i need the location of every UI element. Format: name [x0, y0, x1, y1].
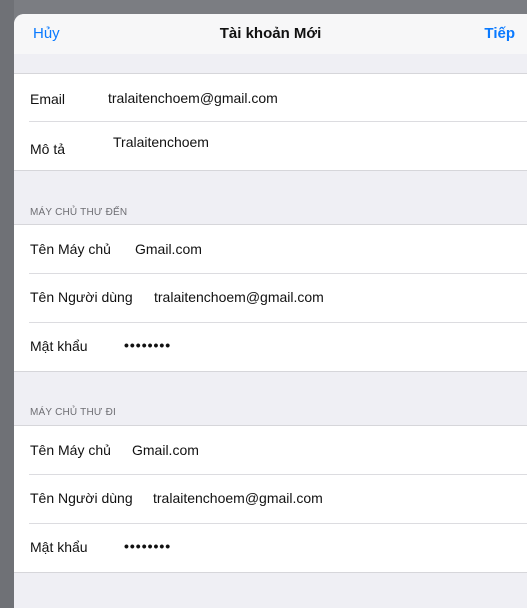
sheet-title: Tài khoản Mới	[219, 25, 322, 42]
incoming-password-field[interactable]: ••••••••	[124, 337, 171, 353]
next-button[interactable]: Tiếp	[484, 25, 515, 42]
outgoing-username-field[interactable]: tralaitenchoem@gmail.com	[153, 490, 323, 506]
account-group: Email tralaitenchoem@gmail.com Mô tả Tra…	[14, 73, 527, 171]
outgoing-host-row[interactable]: Tên Máy chủ Gmail.com	[14, 426, 527, 475]
outgoing-host-label: Tên Máy chủ	[30, 442, 111, 458]
outgoing-username-row[interactable]: Tên Người dùng tralaitenchoem@gmail.com	[14, 475, 527, 524]
incoming-username-field[interactable]: tralaitenchoem@gmail.com	[154, 289, 324, 305]
email-label: Email	[30, 91, 66, 107]
outgoing-server-group: Tên Máy chủ Gmail.com Tên Người dùng tra…	[14, 425, 527, 573]
description-label: Mô tả	[30, 141, 66, 157]
outgoing-username-label: Tên Người dùng	[30, 490, 133, 506]
incoming-password-row[interactable]: Mật khẩu ••••••••	[14, 323, 527, 371]
incoming-host-field[interactable]: Gmail.com	[135, 241, 202, 257]
outgoing-password-field[interactable]: ••••••••	[124, 538, 171, 554]
outgoing-section-header: MÁY CHỦ THƯ ĐI	[30, 407, 116, 418]
incoming-username-row[interactable]: Tên Người dùng tralaitenchoem@gmail.com	[14, 274, 527, 323]
email-row[interactable]: Email tralaitenchoem@gmail.com	[14, 74, 527, 122]
incoming-host-row[interactable]: Tên Máy chủ Gmail.com	[14, 225, 527, 274]
incoming-host-label: Tên Máy chủ	[30, 241, 111, 257]
outgoing-host-field[interactable]: Gmail.com	[132, 442, 199, 458]
description-field[interactable]: Tralaitenchoem	[113, 134, 209, 150]
background-app-edge	[0, 0, 14, 608]
outgoing-password-label: Mật khẩu	[30, 539, 88, 555]
email-field[interactable]: tralaitenchoem@gmail.com	[108, 90, 278, 106]
incoming-section-header: MÁY CHỦ THƯ ĐẾN	[30, 207, 128, 218]
incoming-password-label: Mật khẩu	[30, 338, 88, 354]
outgoing-password-row[interactable]: Mật khẩu ••••••••	[14, 524, 527, 572]
incoming-username-label: Tên Người dùng	[30, 289, 133, 305]
incoming-server-group: Tên Máy chủ Gmail.com Tên Người dùng tra…	[14, 224, 527, 372]
navigation-bar: Hủy Tài khoản Mới Tiếp	[14, 14, 527, 54]
new-account-sheet: Hủy Tài khoản Mới Tiếp Email tralaitench…	[14, 14, 527, 608]
description-row[interactable]: Mô tả Tralaitenchoem	[14, 122, 527, 170]
